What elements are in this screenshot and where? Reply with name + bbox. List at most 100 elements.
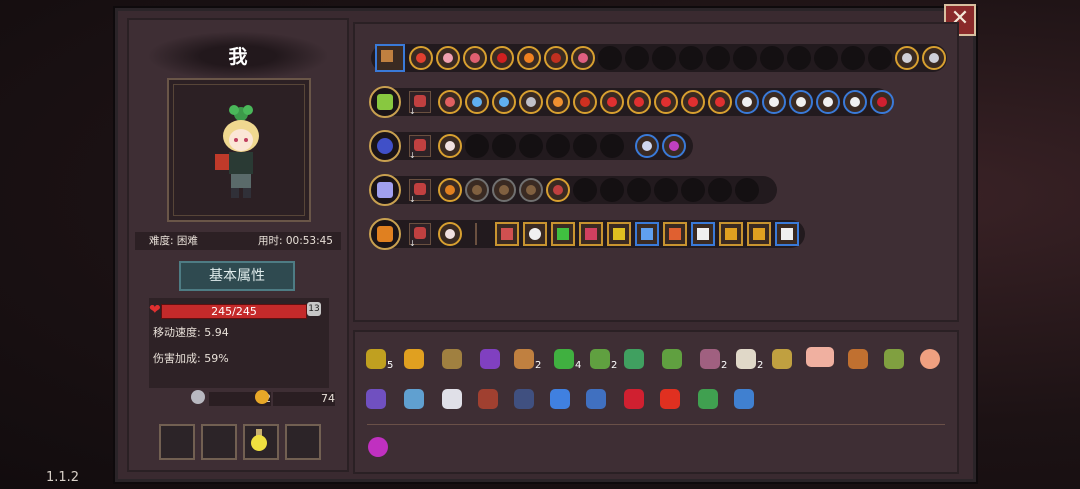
card-icon[interactable] (495, 222, 519, 246)
card-icon[interactable] (579, 222, 603, 246)
item-claw[interactable] (845, 346, 871, 372)
passive-icon-3[interactable] (463, 46, 487, 70)
equip-slot-2[interactable] (201, 424, 237, 460)
weapon-mod-slot[interactable]: ↓ (409, 179, 431, 204)
mod-icon[interactable] (681, 90, 705, 114)
mod-icon[interactable] (438, 178, 462, 202)
star-icon[interactable] (635, 134, 659, 158)
equip-slot-1[interactable] (159, 424, 195, 460)
empty-slot[interactable] (681, 178, 705, 202)
mod-icon[interactable] (465, 90, 489, 114)
item-pickaxe[interactable] (439, 346, 465, 372)
passive-icon-1[interactable] (409, 46, 433, 70)
card-icon[interactable] (523, 222, 547, 246)
card-icon[interactable] (551, 222, 575, 246)
empty-slot[interactable] (706, 46, 730, 70)
mod-icon[interactable] (600, 90, 624, 114)
card-icon[interactable] (775, 222, 799, 246)
card-icon[interactable] (635, 222, 659, 246)
book-icon[interactable] (762, 90, 786, 114)
empty-slot[interactable] (868, 46, 892, 70)
book-icon[interactable] (843, 90, 867, 114)
empty-slot[interactable] (787, 46, 811, 70)
item-web[interactable] (475, 386, 501, 412)
mod-icon[interactable] (492, 90, 516, 114)
item-boot[interactable] (621, 346, 647, 372)
empty-slot[interactable] (519, 134, 543, 158)
ring-icon[interactable] (922, 46, 946, 70)
empty-slot[interactable] (654, 178, 678, 202)
wand-weapon-icon[interactable] (369, 174, 401, 206)
card-icon[interactable] (747, 222, 771, 246)
mod-icon[interactable] (492, 178, 516, 202)
item-leaf[interactable]: 2 (587, 346, 617, 372)
passive-icon-6[interactable] (544, 46, 568, 70)
empty-slot[interactable] (841, 46, 865, 70)
vortex-icon[interactable] (662, 134, 686, 158)
passive-icon-2[interactable] (436, 46, 460, 70)
item-pig[interactable] (803, 344, 837, 370)
empty-slot[interactable] (573, 178, 597, 202)
passive-icon-7[interactable] (571, 46, 595, 70)
empty-slot[interactable] (600, 178, 624, 202)
mod-icon[interactable] (654, 90, 678, 114)
item-orbit[interactable] (731, 386, 757, 412)
weapon-mod-slot[interactable]: ↓ (409, 135, 431, 160)
equip-slot-4[interactable] (285, 424, 321, 460)
item-curse[interactable] (365, 434, 391, 460)
book-icon[interactable] (816, 90, 840, 114)
item-egg[interactable] (917, 346, 943, 372)
ring-icon[interactable] (895, 46, 919, 70)
mod-icon[interactable] (438, 222, 462, 246)
card-icon[interactable] (719, 222, 743, 246)
empty-slot[interactable] (492, 134, 516, 158)
mod-icon[interactable] (546, 90, 570, 114)
card-icon[interactable] (663, 222, 687, 246)
item-wind[interactable] (401, 386, 427, 412)
passive-icon-5[interactable] (517, 46, 541, 70)
empty-slot[interactable] (652, 46, 676, 70)
book-icon[interactable] (735, 90, 759, 114)
spellbook-weapon-icon[interactable] (369, 218, 401, 250)
chest-icon[interactable] (375, 44, 405, 72)
item-gauntlet[interactable] (401, 346, 427, 372)
item-jellyfish[interactable] (583, 386, 609, 412)
book-icon[interactable] (789, 90, 813, 114)
empty-slot[interactable] (760, 46, 784, 70)
empty-slot[interactable] (573, 134, 597, 158)
empty-slot[interactable] (708, 178, 732, 202)
empty-slot[interactable] (546, 134, 570, 158)
item-demon[interactable] (657, 386, 683, 412)
basic-attributes-button[interactable]: 基本属性 (179, 261, 295, 291)
empty-slot[interactable] (627, 178, 651, 202)
empty-slot[interactable] (598, 46, 622, 70)
item-bag[interactable] (659, 346, 685, 372)
weapon-mod-slot[interactable]: ↓ (409, 223, 431, 248)
empty-slot[interactable] (600, 134, 624, 158)
empty-slot[interactable] (733, 46, 757, 70)
item-clover[interactable]: 4 (551, 346, 581, 372)
item-teeth[interactable]: 2 (733, 346, 763, 372)
item-feather[interactable] (769, 346, 795, 372)
bomb-icon[interactable] (870, 90, 894, 114)
mod-icon[interactable] (708, 90, 732, 114)
item-horn[interactable]: 5 (363, 346, 393, 372)
mod-icon[interactable] (519, 178, 543, 202)
mod-icon[interactable] (573, 90, 597, 114)
mod-icon[interactable] (519, 90, 543, 114)
mod-icon[interactable] (438, 90, 462, 114)
mod-icon[interactable] (546, 178, 570, 202)
item-wing[interactable] (439, 386, 465, 412)
empty-slot[interactable] (465, 134, 489, 158)
passive-icon-4[interactable] (490, 46, 514, 70)
item-hourglass[interactable]: 2 (511, 346, 541, 372)
empty-slot[interactable] (625, 46, 649, 70)
item-syringe[interactable] (547, 386, 573, 412)
empty-slot[interactable] (735, 178, 759, 202)
item-scroll[interactable] (477, 346, 503, 372)
item-sock[interactable] (695, 386, 721, 412)
item-dna[interactable] (621, 386, 647, 412)
weapon-mod-slot[interactable]: ↓ (409, 91, 431, 116)
item-cape[interactable] (363, 386, 389, 412)
portal-weapon-icon[interactable] (369, 130, 401, 162)
